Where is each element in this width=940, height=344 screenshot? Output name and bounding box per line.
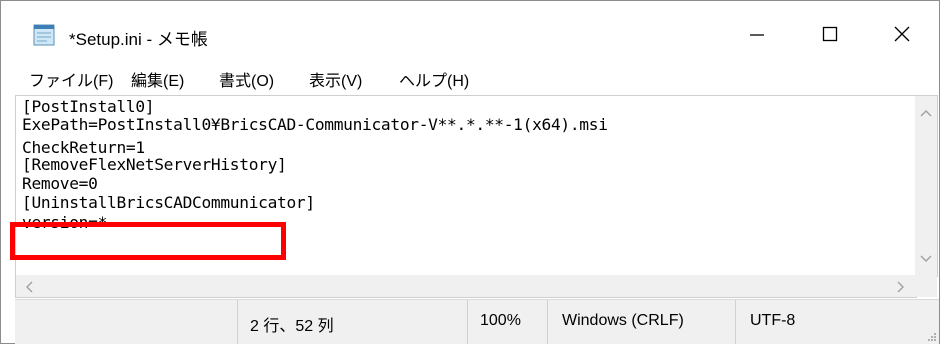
status-zoom: 100% xyxy=(480,312,521,329)
menu-edit[interactable]: 編集(E) xyxy=(131,67,184,91)
menu-help[interactable]: ヘルプ(H) xyxy=(399,67,469,91)
editor-line: ExePath=PostInstall0¥BricsCAD-Communicat… xyxy=(22,115,608,134)
scroll-up-icon[interactable] xyxy=(920,108,932,118)
minimize-icon xyxy=(750,34,764,36)
maximize-icon xyxy=(822,26,838,42)
highlight-box xyxy=(10,222,286,260)
menu-bar: ファイル(F) 編集(E) 書式(O) 表示(V) ヘルプ(H) xyxy=(1,61,939,93)
scroll-left-icon[interactable] xyxy=(24,281,34,293)
editor-line: Remove=0 xyxy=(22,174,98,193)
scroll-right-icon[interactable] xyxy=(896,281,906,293)
resize-grip-icon[interactable] xyxy=(925,330,937,342)
title-bar[interactable]: *Setup.ini - メモ帳 xyxy=(1,1,939,59)
status-position: 2 行、52 列 xyxy=(250,318,334,335)
editor-line: [RemoveFlexNetServerHistory] xyxy=(22,155,287,174)
menu-file[interactable]: ファイル(F) xyxy=(29,67,113,91)
maximize-button[interactable] xyxy=(795,11,865,57)
notepad-window: *Setup.ini - メモ帳 ファイル(F) 編集(E) 書式(O) 表示(… xyxy=(0,0,940,344)
close-icon xyxy=(894,26,910,42)
status-line-ending-cell: Windows (CRLF) xyxy=(547,300,736,344)
window-title: *Setup.ini - メモ帳 xyxy=(69,30,208,49)
close-button[interactable] xyxy=(867,11,937,57)
status-position-cell: 2 行、52 列 xyxy=(237,300,468,344)
scroll-down-icon[interactable] xyxy=(920,254,932,264)
scrollbar-corner xyxy=(915,275,937,297)
status-line-ending: Windows (CRLF) xyxy=(562,312,684,329)
menu-format[interactable]: 書式(O) xyxy=(219,67,274,91)
status-bar: 2 行、52 列 100% Windows (CRLF) UTF-8 xyxy=(15,299,939,344)
editor-line: [PostInstall0] xyxy=(22,97,155,116)
status-encoding: UTF-8 xyxy=(750,312,796,329)
status-zoom-cell: 100% xyxy=(467,300,548,344)
minimize-button[interactable] xyxy=(722,11,792,57)
horizontal-scrollbar[interactable] xyxy=(15,275,917,298)
editor-line: [UninstallBricsCADCommunicator] xyxy=(22,193,315,212)
status-encoding-cell: UTF-8 xyxy=(735,300,940,344)
notepad-icon xyxy=(33,24,55,46)
vertical-scrollbar[interactable] xyxy=(915,95,938,277)
menu-view[interactable]: 表示(V) xyxy=(309,67,362,91)
